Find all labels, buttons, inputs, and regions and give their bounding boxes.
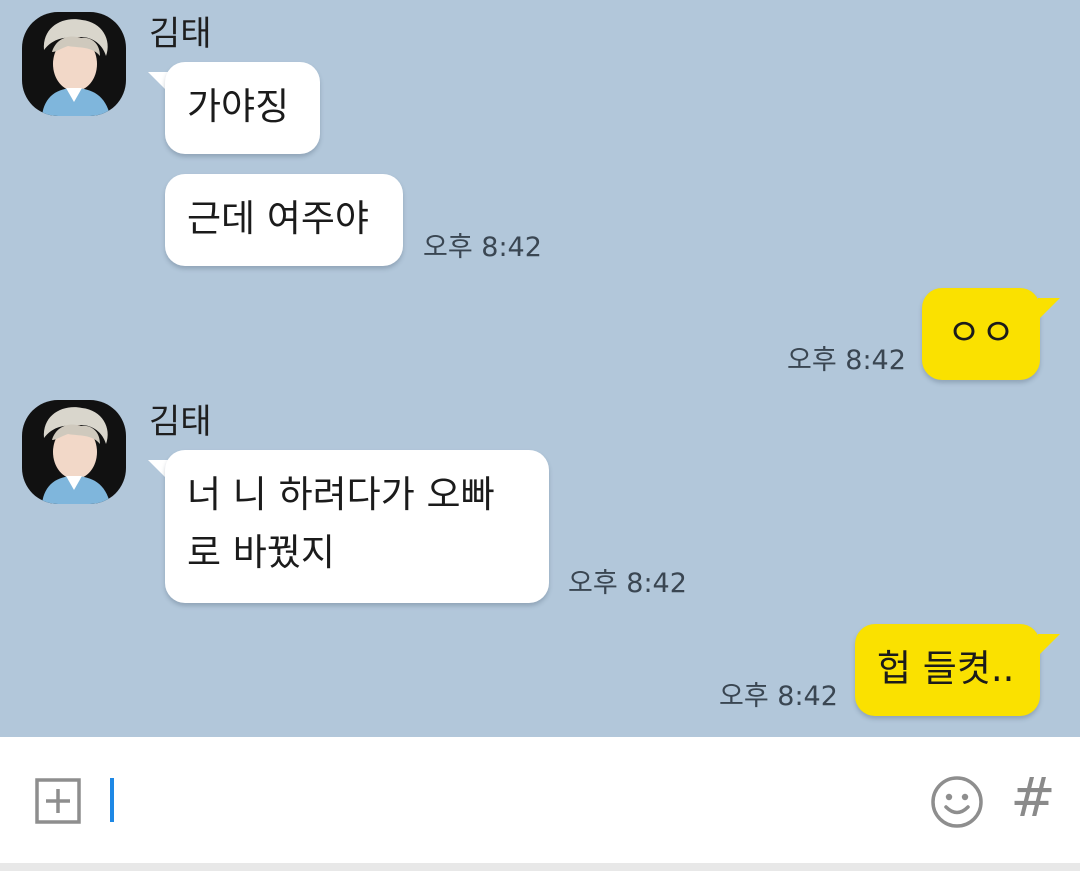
message-text: ㅇㅇ xyxy=(946,311,1016,354)
bubble-tail xyxy=(1038,634,1060,656)
bubble-tail xyxy=(1038,298,1060,320)
message-bubble-outgoing[interactable]: 헙 들켯.. xyxy=(855,624,1040,716)
message-timestamp: 오후 8:42 xyxy=(568,568,687,599)
message-text: 근데 여주야 xyxy=(187,197,369,240)
message-bubble-incoming[interactable]: 근데 여주야 xyxy=(165,174,403,266)
avatar[interactable] xyxy=(22,12,126,116)
bottom-divider xyxy=(0,863,1080,871)
message-text-line: 너 니 하려다가 오빠 xyxy=(187,473,495,516)
message-timestamp: 오후 8:42 xyxy=(423,232,542,263)
message-text: 가야징 xyxy=(187,85,290,128)
hashtag-search-button[interactable]: # xyxy=(1008,768,1058,828)
message-bubble-incoming[interactable]: 가야징 xyxy=(165,62,320,154)
text-cursor xyxy=(110,778,114,822)
emoji-button[interactable] xyxy=(929,774,985,830)
smiley-icon xyxy=(931,776,983,828)
message-text: 헙 들켯.. xyxy=(877,647,1015,690)
attach-button[interactable] xyxy=(34,777,82,825)
sender-name: 김태 xyxy=(149,14,212,54)
message-timestamp: 오후 8:42 xyxy=(787,345,906,376)
message-timestamp: 오후 8:42 xyxy=(719,681,838,712)
sender-name: 김태 xyxy=(149,402,212,442)
profile-photo-icon xyxy=(22,12,126,116)
message-text-line: 로 바꿨지 xyxy=(187,531,335,574)
chat-area[interactable]: 김태 가야징 근데 여주야 오후 8:42 오후 8:42 ㅇㅇ 김태 너 니 … xyxy=(0,0,1080,737)
profile-photo-icon xyxy=(22,400,126,504)
avatar[interactable] xyxy=(22,400,126,504)
message-bubble-incoming[interactable]: 너 니 하려다가 오빠 로 바꿨지 xyxy=(165,450,549,603)
plus-box-icon xyxy=(35,778,81,824)
message-bubble-outgoing[interactable]: ㅇㅇ xyxy=(922,288,1040,380)
message-input[interactable] xyxy=(120,770,904,832)
